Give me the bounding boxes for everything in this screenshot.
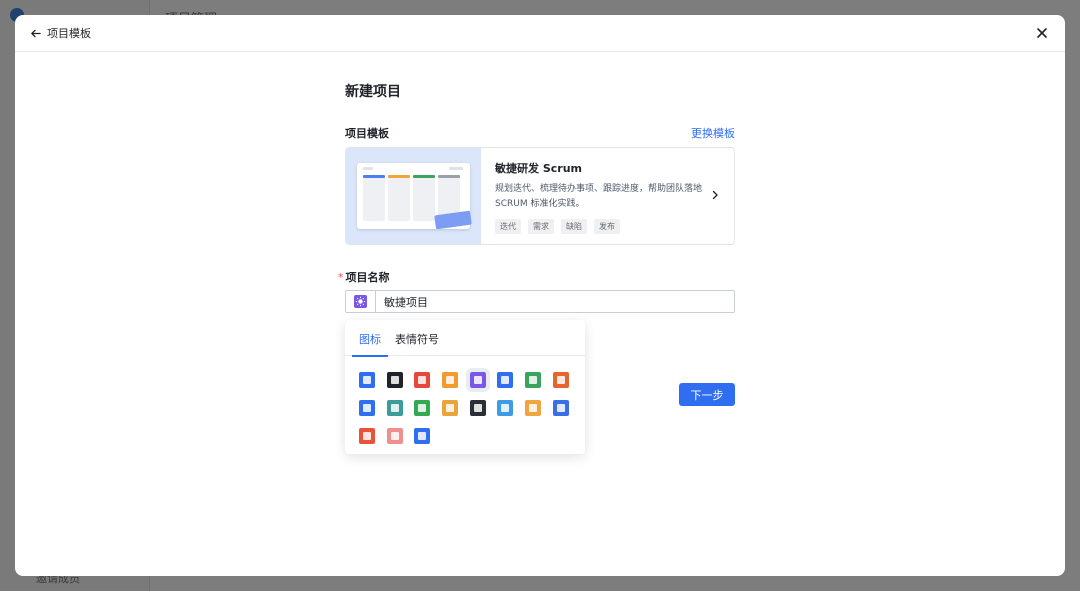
tab-emoji[interactable]: 表情符号 (388, 320, 446, 356)
template-description: 规划迭代、梳理待办事项、跟踪进度，帮助团队落地 SCRUM 标准化实践。 (495, 184, 703, 209)
checklist-icon-glyph (418, 404, 427, 412)
planet-icon-glyph (418, 432, 427, 440)
bulb-icon-glyph (473, 376, 482, 384)
icon-picker-popover: 图标 表情符号 (345, 320, 585, 454)
palette-icon-glyph (363, 432, 371, 440)
project-name-field (345, 290, 735, 313)
back-label: 项目模板 (47, 27, 91, 40)
required-mark: * (338, 270, 344, 284)
map-pin-icon[interactable] (386, 400, 403, 416)
template-card-body: 敏捷研发 Scrum 规划迭代、梳理待办事项、跟踪进度，帮助团队落地 SCRUM… (481, 148, 734, 244)
shield-icon[interactable] (359, 400, 375, 416)
signal-icon-glyph (446, 404, 455, 412)
project-name-label-row: * 项目名称 (338, 269, 735, 285)
change-template-link[interactable]: 更换模板 (691, 125, 735, 141)
robot-icon[interactable] (386, 428, 403, 444)
rocket-icon-glyph (556, 404, 565, 412)
trophy-icon[interactable] (525, 372, 542, 388)
bulb-icon[interactable] (465, 368, 490, 392)
ghost-icon-glyph (390, 376, 399, 384)
template-tag: 缺陷 (561, 219, 587, 234)
template-tag: 迭代 (495, 219, 521, 234)
form-content: 新建项目 项目模板 更换模板 敏捷研发 Scrum 规划迭代、梳理待办事项、跟踪… (338, 81, 735, 313)
tab-icons[interactable]: 图标 (352, 320, 388, 357)
template-thumbnail (346, 148, 481, 244)
chevron-right-icon (712, 190, 718, 200)
gift-icon-glyph (418, 376, 427, 384)
bar-chart-icon[interactable] (469, 400, 486, 416)
template-tag: 发布 (594, 219, 620, 234)
map-pin-icon-glyph (390, 404, 399, 412)
modal-header: 项目模板 (15, 15, 1065, 52)
chat-icon[interactable] (442, 372, 459, 388)
checklist-icon[interactable] (414, 400, 431, 416)
chat-icon-glyph (446, 376, 455, 384)
planet-icon[interactable] (414, 428, 431, 444)
template-section-header: 项目模板 更换模板 (345, 125, 735, 141)
back-to-templates-link[interactable]: 项目模板 (30, 25, 91, 41)
ghost-icon[interactable] (386, 372, 403, 388)
bulb-icon (354, 295, 367, 308)
project-name-input[interactable] (376, 291, 734, 312)
shield-icon-glyph (363, 404, 371, 412)
new-project-modal: 项目模板 新建项目 项目模板 更换模板 敏捷研发 Scrum 规划迭代、梳理待办… (15, 15, 1065, 576)
project-name-label: 项目名称 (345, 271, 390, 284)
signal-icon[interactable] (442, 400, 459, 416)
paper-plane-icon-glyph (363, 376, 371, 384)
gift-icon[interactable] (414, 372, 431, 388)
compass-icon[interactable] (497, 372, 514, 388)
template-tag: 需求 (528, 219, 554, 234)
rocket-icon[interactable] (552, 400, 569, 416)
paper-plane-icon[interactable] (359, 372, 375, 388)
template-tags: 迭代 需求 缺陷 发布 (495, 219, 720, 234)
bar-chart-icon-glyph (473, 404, 482, 412)
billboard-icon-glyph (501, 404, 510, 412)
icon-grid (359, 368, 569, 444)
robot-icon-glyph (390, 432, 399, 440)
next-step-button[interactable]: 下一步 (679, 383, 735, 406)
icon-picker-tabs: 图标 表情符号 (345, 320, 585, 357)
box-icon[interactable] (525, 400, 542, 416)
page-title: 新建项目 (345, 84, 401, 100)
arrow-left-icon (31, 29, 41, 37)
ticket-icon-glyph (556, 376, 565, 384)
ticket-icon[interactable] (552, 372, 569, 388)
template-card[interactable]: 敏捷研发 Scrum 规划迭代、梳理待办事项、跟踪进度，帮助团队落地 SCRUM… (345, 147, 735, 245)
project-icon-selector[interactable] (346, 291, 376, 312)
billboard-icon[interactable] (497, 400, 514, 416)
template-title: 敏捷研发 Scrum (495, 162, 582, 175)
close-icon[interactable] (1035, 26, 1049, 40)
template-label: 项目模板 (345, 127, 389, 140)
trophy-icon-glyph (529, 376, 538, 384)
palette-icon[interactable] (359, 428, 375, 444)
box-icon-glyph (529, 404, 538, 412)
compass-icon-glyph (501, 376, 510, 384)
